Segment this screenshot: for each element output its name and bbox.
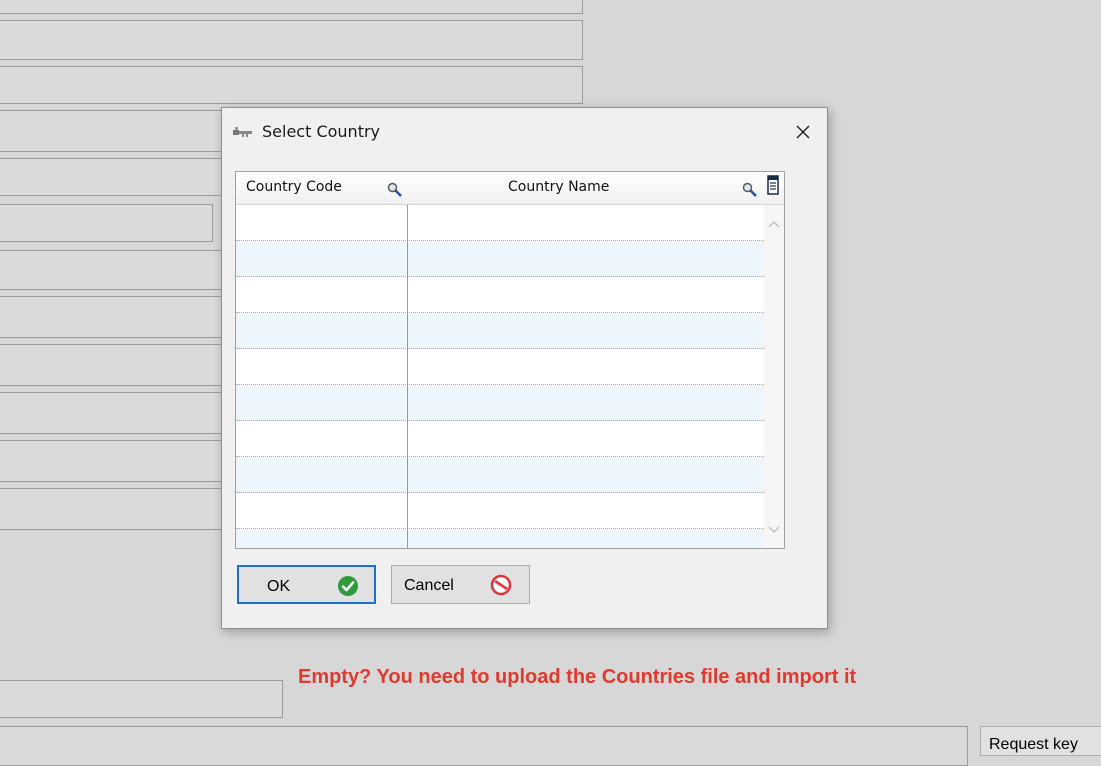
background-field[interactable] [0,20,583,60]
background-field[interactable] [0,0,583,14]
background-field[interactable] [0,680,283,718]
column-divider [407,205,408,548]
country-grid[interactable]: Country Code Country Name [235,171,785,549]
grid-header: Country Code Country Name [236,172,784,205]
table-row[interactable] [236,241,764,277]
column-header-label: Country Code [246,179,342,195]
background-field[interactable] [0,158,228,196]
empty-hint-text: Empty? You need to upload the Countries … [298,666,857,688]
table-row[interactable] [236,529,764,548]
no-entry-icon [490,574,512,601]
column-header-country-code[interactable]: Country Code [236,172,407,204]
table-row[interactable] [236,421,764,457]
dialog-titlebar[interactable]: Select Country [222,108,827,156]
ok-button-label: OK [267,578,291,595]
scroll-down-arrow-icon[interactable] [768,521,780,539]
table-row[interactable] [236,205,764,241]
table-row[interactable] [236,349,764,385]
table-row[interactable] [236,277,764,313]
cancel-button-label: Cancel [404,577,454,594]
table-row[interactable] [236,385,764,421]
select-country-dialog: Select Country Country Code Country Name [221,107,828,629]
background-field[interactable] [0,344,228,386]
background-field[interactable] [0,488,228,530]
background-field[interactable] [0,110,228,152]
magnifier-icon[interactable] [387,182,403,202]
dialog-title: Select Country [262,122,381,141]
column-header-country-name[interactable]: Country Name [408,172,764,204]
column-header-label: Country Name [508,179,610,195]
magnifier-icon[interactable] [742,182,758,202]
ok-button[interactable]: OK [237,565,376,604]
green-check-icon [337,575,359,602]
table-row[interactable] [236,493,764,529]
background-field[interactable] [0,250,228,290]
grid-body[interactable] [236,205,764,548]
background-field[interactable] [0,392,228,434]
background-field[interactable] [0,204,213,242]
scroll-up-arrow-icon[interactable] [768,215,780,233]
background-field[interactable] [0,66,583,104]
cancel-button[interactable]: Cancel [391,565,530,604]
table-row[interactable] [236,313,764,349]
table-row[interactable] [236,457,764,493]
column-chooser-icon[interactable] [767,175,779,200]
request-key-button[interactable]: Request key [980,726,1101,756]
background-field[interactable] [0,726,968,766]
close-button[interactable] [779,108,827,156]
close-icon [796,125,810,139]
background-field[interactable] [0,296,228,338]
key-icon [232,125,254,143]
vertical-scrollbar[interactable] [764,205,784,548]
background-field[interactable] [0,440,228,482]
